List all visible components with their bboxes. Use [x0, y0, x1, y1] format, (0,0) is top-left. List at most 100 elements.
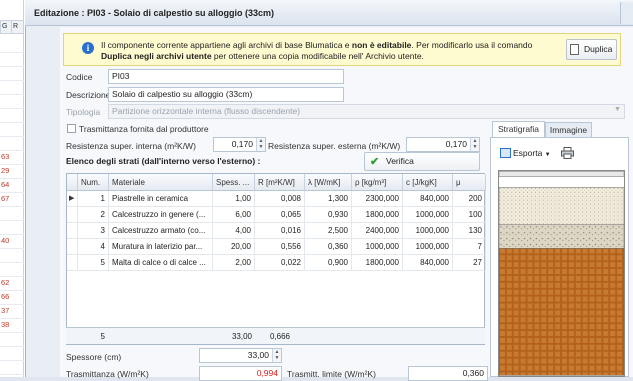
layer-laterizio — [499, 248, 624, 376]
trasmittanza-limite-label: Trasmitt. limite (W/m²K) — [287, 369, 376, 379]
chevron-down-icon: ▼ — [544, 152, 551, 158]
cell-rho[interactable]: 1000,000 — [352, 239, 403, 255]
print-icon[interactable] — [561, 147, 574, 159]
row-selector[interactable] — [67, 239, 78, 255]
grid-header-selector — [67, 174, 78, 191]
resistenza-esterna-label: Resistenza super. esterna (m²K/W) — [268, 141, 401, 151]
descrizione-field[interactable]: Solaio di calpestio su alloggio (33cm) — [108, 87, 344, 102]
trasmittanza-limite-value: 0,360 — [408, 366, 488, 381]
cell-mu[interactable]: 200 — [453, 191, 486, 207]
strati-grid[interactable]: Num. Materiale Spess. ... R [m²K/W] λ [W… — [66, 173, 486, 345]
cell-r[interactable]: 0,022 — [255, 255, 305, 271]
background-grid-strip: G R 63 29 64 67 40 62 66 37 38 — [0, 0, 24, 377]
cell-mat[interactable]: Malta di calce o di calce ... — [109, 255, 213, 271]
verifica-termoigrometrica-button[interactable]: Verifica Termoigrometrica — [364, 152, 480, 183]
resistenza-interna-field[interactable]: 0,170 ▲ ▼ — [213, 137, 266, 152]
info-icon: i — [82, 42, 94, 54]
info-text: Il componente corrente appartiene agli a… — [101, 40, 561, 62]
cell-l[interactable]: 1,300 — [305, 191, 352, 207]
cell-mu[interactable]: 27 — [453, 255, 486, 271]
col-header-spessore[interactable]: Spess. ... — [213, 174, 255, 191]
cell-num[interactable]: 1 — [78, 191, 109, 207]
spin-buttons[interactable]: ▲ ▼ — [256, 138, 265, 151]
cell-l[interactable]: 2,500 — [305, 223, 352, 239]
cell-r[interactable]: 0,065 — [255, 207, 305, 223]
codice-field[interactable]: PI03 — [108, 69, 344, 84]
trasmittanza-label: Trasmittanza (W/m²K) — [66, 369, 149, 379]
esporta-button[interactable]: Esporta ▼ — [497, 144, 553, 162]
window-title: Editazione : PI03 - Solaio di calpestio … — [25, 0, 633, 26]
col-header-c[interactable]: c [J/kgK] — [403, 174, 453, 191]
resistenza-esterna-value: 0,170 — [445, 139, 467, 149]
cell-rho[interactable]: 1800,000 — [352, 207, 403, 223]
tipologia-select[interactable]: Partizione orizzontale interna (flusso d… — [108, 104, 625, 119]
spin-buttons[interactable]: ▲ ▼ — [470, 138, 479, 151]
col-header-mu[interactable]: μ — [453, 174, 486, 191]
cell-l[interactable]: 0,900 — [305, 255, 352, 271]
cell-c[interactable]: 840,000 — [403, 255, 453, 271]
codice-label: Codice — [66, 72, 93, 82]
descrizione-label: Descrizione — [66, 90, 111, 100]
chevron-down-icon: ▼ — [614, 106, 621, 113]
cell-sp[interactable]: 20,00 — [213, 239, 255, 255]
col-header-materiale[interactable]: Materiale — [109, 174, 213, 191]
row-selector[interactable] — [67, 207, 78, 223]
col-header-r[interactable]: R [m²K/W] — [255, 174, 305, 191]
cell-num[interactable]: 2 — [78, 207, 109, 223]
row-selector[interactable]: ▶ — [67, 191, 78, 207]
grid-header-cell: R — [11, 20, 24, 34]
tab-stratigrafia[interactable]: Stratigrafia — [492, 121, 545, 138]
cell-c[interactable]: 1000,000 — [403, 223, 453, 239]
cell-c[interactable]: 840,000 — [403, 191, 453, 207]
tipologia-label: Tipologia — [66, 107, 101, 117]
row-selector[interactable] — [67, 255, 78, 271]
cell-r[interactable]: 0,016 — [255, 223, 305, 239]
spin-buttons: ▲ ▼ — [272, 349, 281, 362]
row-selector[interactable] — [67, 223, 78, 239]
cell-mat[interactable]: Piastrelle in ceramica — [109, 191, 213, 207]
info-text-bold: non è editabile — [351, 40, 412, 50]
cell-rho[interactable]: 2300,000 — [352, 191, 403, 207]
cell-sp[interactable]: 2,00 — [213, 255, 255, 271]
grid-footer: 5 33,00 0,666 — [66, 327, 485, 344]
resistenza-interna-value: 0,170 — [231, 139, 253, 149]
info-text-bold: negli archivi utente — [134, 51, 212, 61]
cell-c[interactable]: 1000,000 — [403, 207, 453, 223]
cell-mu[interactable]: 100 — [453, 207, 486, 223]
stratigraphy-drawing — [498, 170, 625, 377]
cell-num[interactable]: 5 — [78, 255, 109, 271]
cell-l[interactable]: 0,360 — [305, 239, 352, 255]
cell-mu[interactable]: 7 — [453, 239, 486, 255]
info-text-part: per ottenere una copia modificabile nell… — [211, 51, 424, 61]
cell-mat[interactable]: Calcestruzzo armato (co... — [109, 223, 213, 239]
col-header-num[interactable]: Num. — [78, 174, 109, 191]
col-header-rho[interactable]: ρ [kg/m³] — [352, 174, 403, 191]
info-text-part: Il componente corrente appartiene agli a… — [101, 40, 352, 50]
footer-spessore: 33,00 — [231, 332, 252, 341]
cell-mu[interactable]: 130 — [453, 223, 486, 239]
duplica-label: Duplica — [584, 44, 613, 54]
cell-sp[interactable]: 6,00 — [213, 207, 255, 223]
layer-calcestruzzo — [499, 187, 624, 226]
cell-rho[interactable]: 1800,000 — [352, 255, 403, 271]
trasmittanza-checkbox[interactable] — [67, 124, 76, 133]
cell-r[interactable]: 0,008 — [255, 191, 305, 207]
window-corner — [620, 2, 633, 24]
cell-r[interactable]: 0,556 — [255, 239, 305, 255]
resistenza-esterna-field[interactable]: 0,170 ▲ ▼ — [406, 137, 480, 152]
background-grid-cell — [0, 358, 24, 375]
resistenza-interna-label: Resistenza super. interna (m²K/W) — [66, 141, 196, 151]
col-header-lambda[interactable]: λ [W/mK] — [305, 174, 352, 191]
cell-l[interactable]: 0,930 — [305, 207, 352, 223]
spessore-field: 33,00 ▲ ▼ — [199, 348, 282, 363]
cell-mat[interactable]: Calcestruzzo in genere (... — [109, 207, 213, 223]
elenco-strati-title: Elenco degli strati (dall'interno verso … — [66, 156, 261, 166]
cell-c[interactable]: 1000,000 — [403, 239, 453, 255]
footer-r: 0,666 — [269, 332, 290, 341]
cell-sp[interactable]: 1,00 — [213, 191, 255, 207]
cell-num[interactable]: 3 — [78, 223, 109, 239]
cell-sp[interactable]: 4,00 — [213, 223, 255, 239]
cell-num[interactable]: 4 — [78, 239, 109, 255]
cell-rho[interactable]: 2400,000 — [352, 223, 403, 239]
cell-mat[interactable]: Muratura in laterizio par... — [109, 239, 213, 255]
